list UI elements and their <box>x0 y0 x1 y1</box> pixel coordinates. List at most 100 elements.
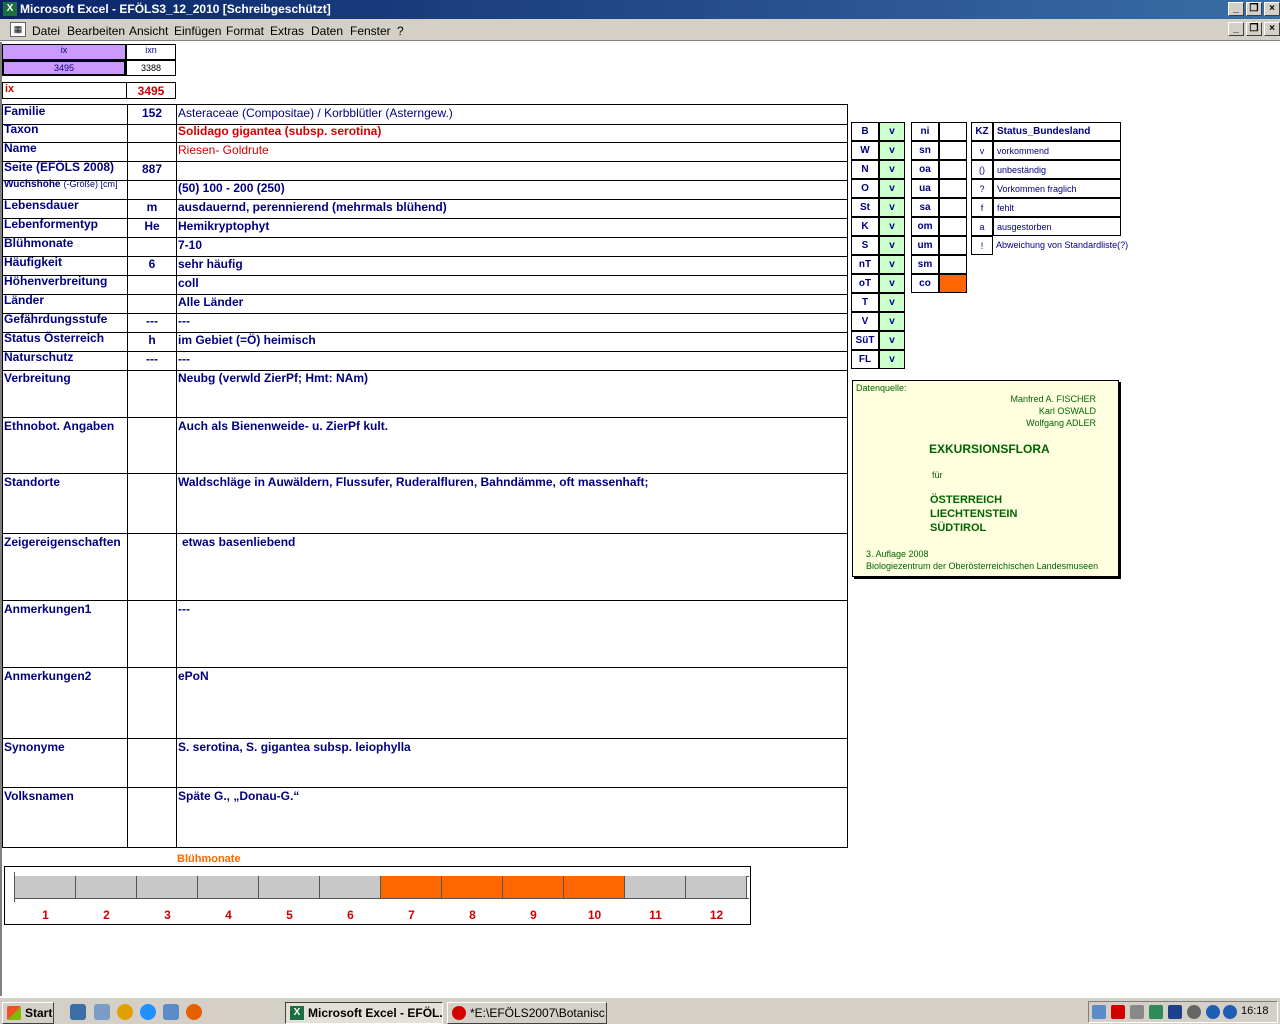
state-value[interactable]: v <box>879 141 905 160</box>
tray-update-icon[interactable] <box>1187 1005 1201 1019</box>
row-value[interactable]: --- <box>178 352 846 366</box>
row-value[interactable]: ausdauernd, perennierend (mehrmals blühe… <box>178 200 846 214</box>
tray-antivirus-icon[interactable] <box>1111 1005 1125 1019</box>
clock[interactable]: 16:18 <box>1241 1005 1269 1017</box>
tray-usb-icon[interactable] <box>1149 1005 1163 1019</box>
row-value[interactable]: Riesen- Goldrute <box>178 143 846 157</box>
big-row-value[interactable]: etwas basenliebend <box>178 535 846 549</box>
row-code[interactable]: He <box>128 219 176 233</box>
row-value[interactable]: sehr häufig <box>178 257 846 271</box>
close-button[interactable]: × <box>1264 2 1280 16</box>
task-excel[interactable]: X Microsoft Excel - EFÖL... <box>285 1002 443 1024</box>
row-value[interactable]: Asteraceae (Compositae) / Korbblütler (A… <box>178 106 846 120</box>
big-row-label: Zeigereigenschaften <box>4 535 121 549</box>
row-value[interactable]: coll <box>178 276 846 290</box>
row-label: Lebenformentyp <box>4 217 126 231</box>
big-row-value[interactable]: ePoN <box>178 669 846 683</box>
menu-daten[interactable]: Daten <box>311 24 343 38</box>
row-value[interactable]: im Gebiet (=Ö) heimisch <box>178 333 846 347</box>
row-code[interactable]: --- <box>128 314 176 328</box>
ix2-value[interactable]: 3495 <box>126 82 176 99</box>
states-table: Bv Wv Nv Ov St v Kv Sv nT v oT v Tv Vv SüT v FL v <box>851 122 907 370</box>
state-value[interactable]: v <box>879 236 905 255</box>
row-label: Blühmonate <box>4 236 126 250</box>
start-button[interactable]: Start <box>2 1002 54 1024</box>
altitude-value[interactable] <box>939 255 967 274</box>
big-row-value[interactable]: Waldschläge in Auwäldern, Flussufer, Rud… <box>178 475 846 489</box>
legend-text: Vorkommen fraglich <box>993 179 1121 198</box>
state-value[interactable]: v <box>879 350 905 369</box>
quicklaunch-media-icon[interactable] <box>117 1004 133 1020</box>
row-value[interactable]: --- <box>178 314 846 328</box>
altitude-value[interactable] <box>939 160 967 179</box>
minimize-button[interactable]: _ <box>1228 2 1244 16</box>
menu-format[interactable]: Format <box>226 24 264 38</box>
state-code: W <box>851 141 879 160</box>
row-code[interactable]: h <box>128 333 176 347</box>
quicklaunch-firefox-icon[interactable] <box>186 1004 202 1020</box>
menu-einfuegen[interactable]: Einfügen <box>174 24 221 38</box>
ix-value-cell[interactable]: 3495 <box>2 60 126 76</box>
tray-network-icon[interactable] <box>1092 1005 1106 1019</box>
altitude-value[interactable] <box>939 179 967 198</box>
row-value[interactable]: Hemikryptophyt <box>178 219 846 233</box>
altitude-value[interactable] <box>939 141 967 160</box>
altitude-value-highlight[interactable] <box>939 274 967 293</box>
task-explorer[interactable]: *E:\EFÖLS2007\Botanisc... <box>447 1002 607 1024</box>
ixn-value-cell[interactable]: 3388 <box>126 60 176 76</box>
altitude-value[interactable] <box>939 236 967 255</box>
state-value[interactable]: v <box>879 255 905 274</box>
row-code[interactable]: m <box>128 200 176 214</box>
big-row-value[interactable]: --- <box>178 602 846 616</box>
month-label: 8 <box>469 908 476 922</box>
state-code: FL <box>851 350 879 369</box>
tray-shield-icon[interactable] <box>1168 1005 1182 1019</box>
menu-help[interactable]: ? <box>397 24 404 38</box>
maximize-button[interactable]: ❐ <box>1246 2 1262 16</box>
big-row-value[interactable]: S. serotina, S. gigantea subsp. leiophyl… <box>178 740 846 754</box>
row-value[interactable]: Solidago gigantea (subsp. serotina) <box>178 124 846 138</box>
row-code[interactable]: 6 <box>128 257 176 271</box>
workbook-close-button[interactable]: × <box>1264 22 1280 36</box>
workbook-restore-button[interactable]: ❐ <box>1246 22 1262 36</box>
row-code[interactable]: 887 <box>128 162 176 176</box>
big-row-value[interactable]: Späte G., „Donau-G.“ <box>178 789 846 803</box>
row-value[interactable]: 7-10 <box>178 238 846 252</box>
altitude-value[interactable] <box>939 198 967 217</box>
row-value[interactable]: (50) 100 - 200 (250) <box>178 181 846 195</box>
workbook-minimize-button[interactable]: _ <box>1228 22 1244 36</box>
workbook-icon[interactable]: ▦ <box>10 22 26 37</box>
state-value[interactable]: v <box>879 179 905 198</box>
state-value[interactable]: v <box>879 122 905 141</box>
altitude-value[interactable] <box>939 122 967 141</box>
state-value[interactable]: v <box>879 160 905 179</box>
state-value[interactable]: v <box>879 331 905 350</box>
quicklaunch-ie-icon[interactable] <box>140 1004 156 1020</box>
menu-bearbeiten[interactable]: Bearbeiten <box>67 24 125 38</box>
quicklaunch-outlook-icon[interactable] <box>163 1004 179 1020</box>
state-value[interactable]: v <box>879 312 905 331</box>
excel-app-icon[interactable]: X <box>3 2 17 16</box>
quicklaunch-browser-icon[interactable] <box>70 1004 86 1020</box>
big-row-value[interactable]: Neubg (verwld ZierPf; Hmt: NAm) <box>178 371 846 385</box>
altitude-table: ni sn oa ua sa om um sm co <box>911 122 967 294</box>
row-value[interactable]: Alle Länder <box>178 295 846 309</box>
tray-info-icon[interactable] <box>1206 1005 1220 1019</box>
state-value[interactable]: v <box>879 293 905 312</box>
altitude-value[interactable] <box>939 217 967 236</box>
big-row-value[interactable]: Auch als Bienenweide- u. ZierPf kult. <box>178 419 846 433</box>
row-label: Wuchshöhe (-Größe) [cm] <box>4 179 126 190</box>
row-code[interactable]: 152 <box>128 106 176 120</box>
menu-ansicht[interactable]: Ansicht <box>129 24 168 38</box>
tray-help-icon[interactable] <box>1223 1005 1237 1019</box>
altitude-code: ni <box>911 122 939 141</box>
tray-search-icon[interactable] <box>1130 1005 1144 1019</box>
menu-fenster[interactable]: Fenster <box>350 24 391 38</box>
menu-datei[interactable]: Datei <box>32 24 60 38</box>
state-value[interactable]: v <box>879 274 905 293</box>
quicklaunch-desktop-icon[interactable] <box>94 1004 110 1020</box>
menu-extras[interactable]: Extras <box>270 24 304 38</box>
row-code[interactable]: --- <box>128 352 176 366</box>
state-value[interactable]: v <box>879 198 905 217</box>
state-value[interactable]: v <box>879 217 905 236</box>
